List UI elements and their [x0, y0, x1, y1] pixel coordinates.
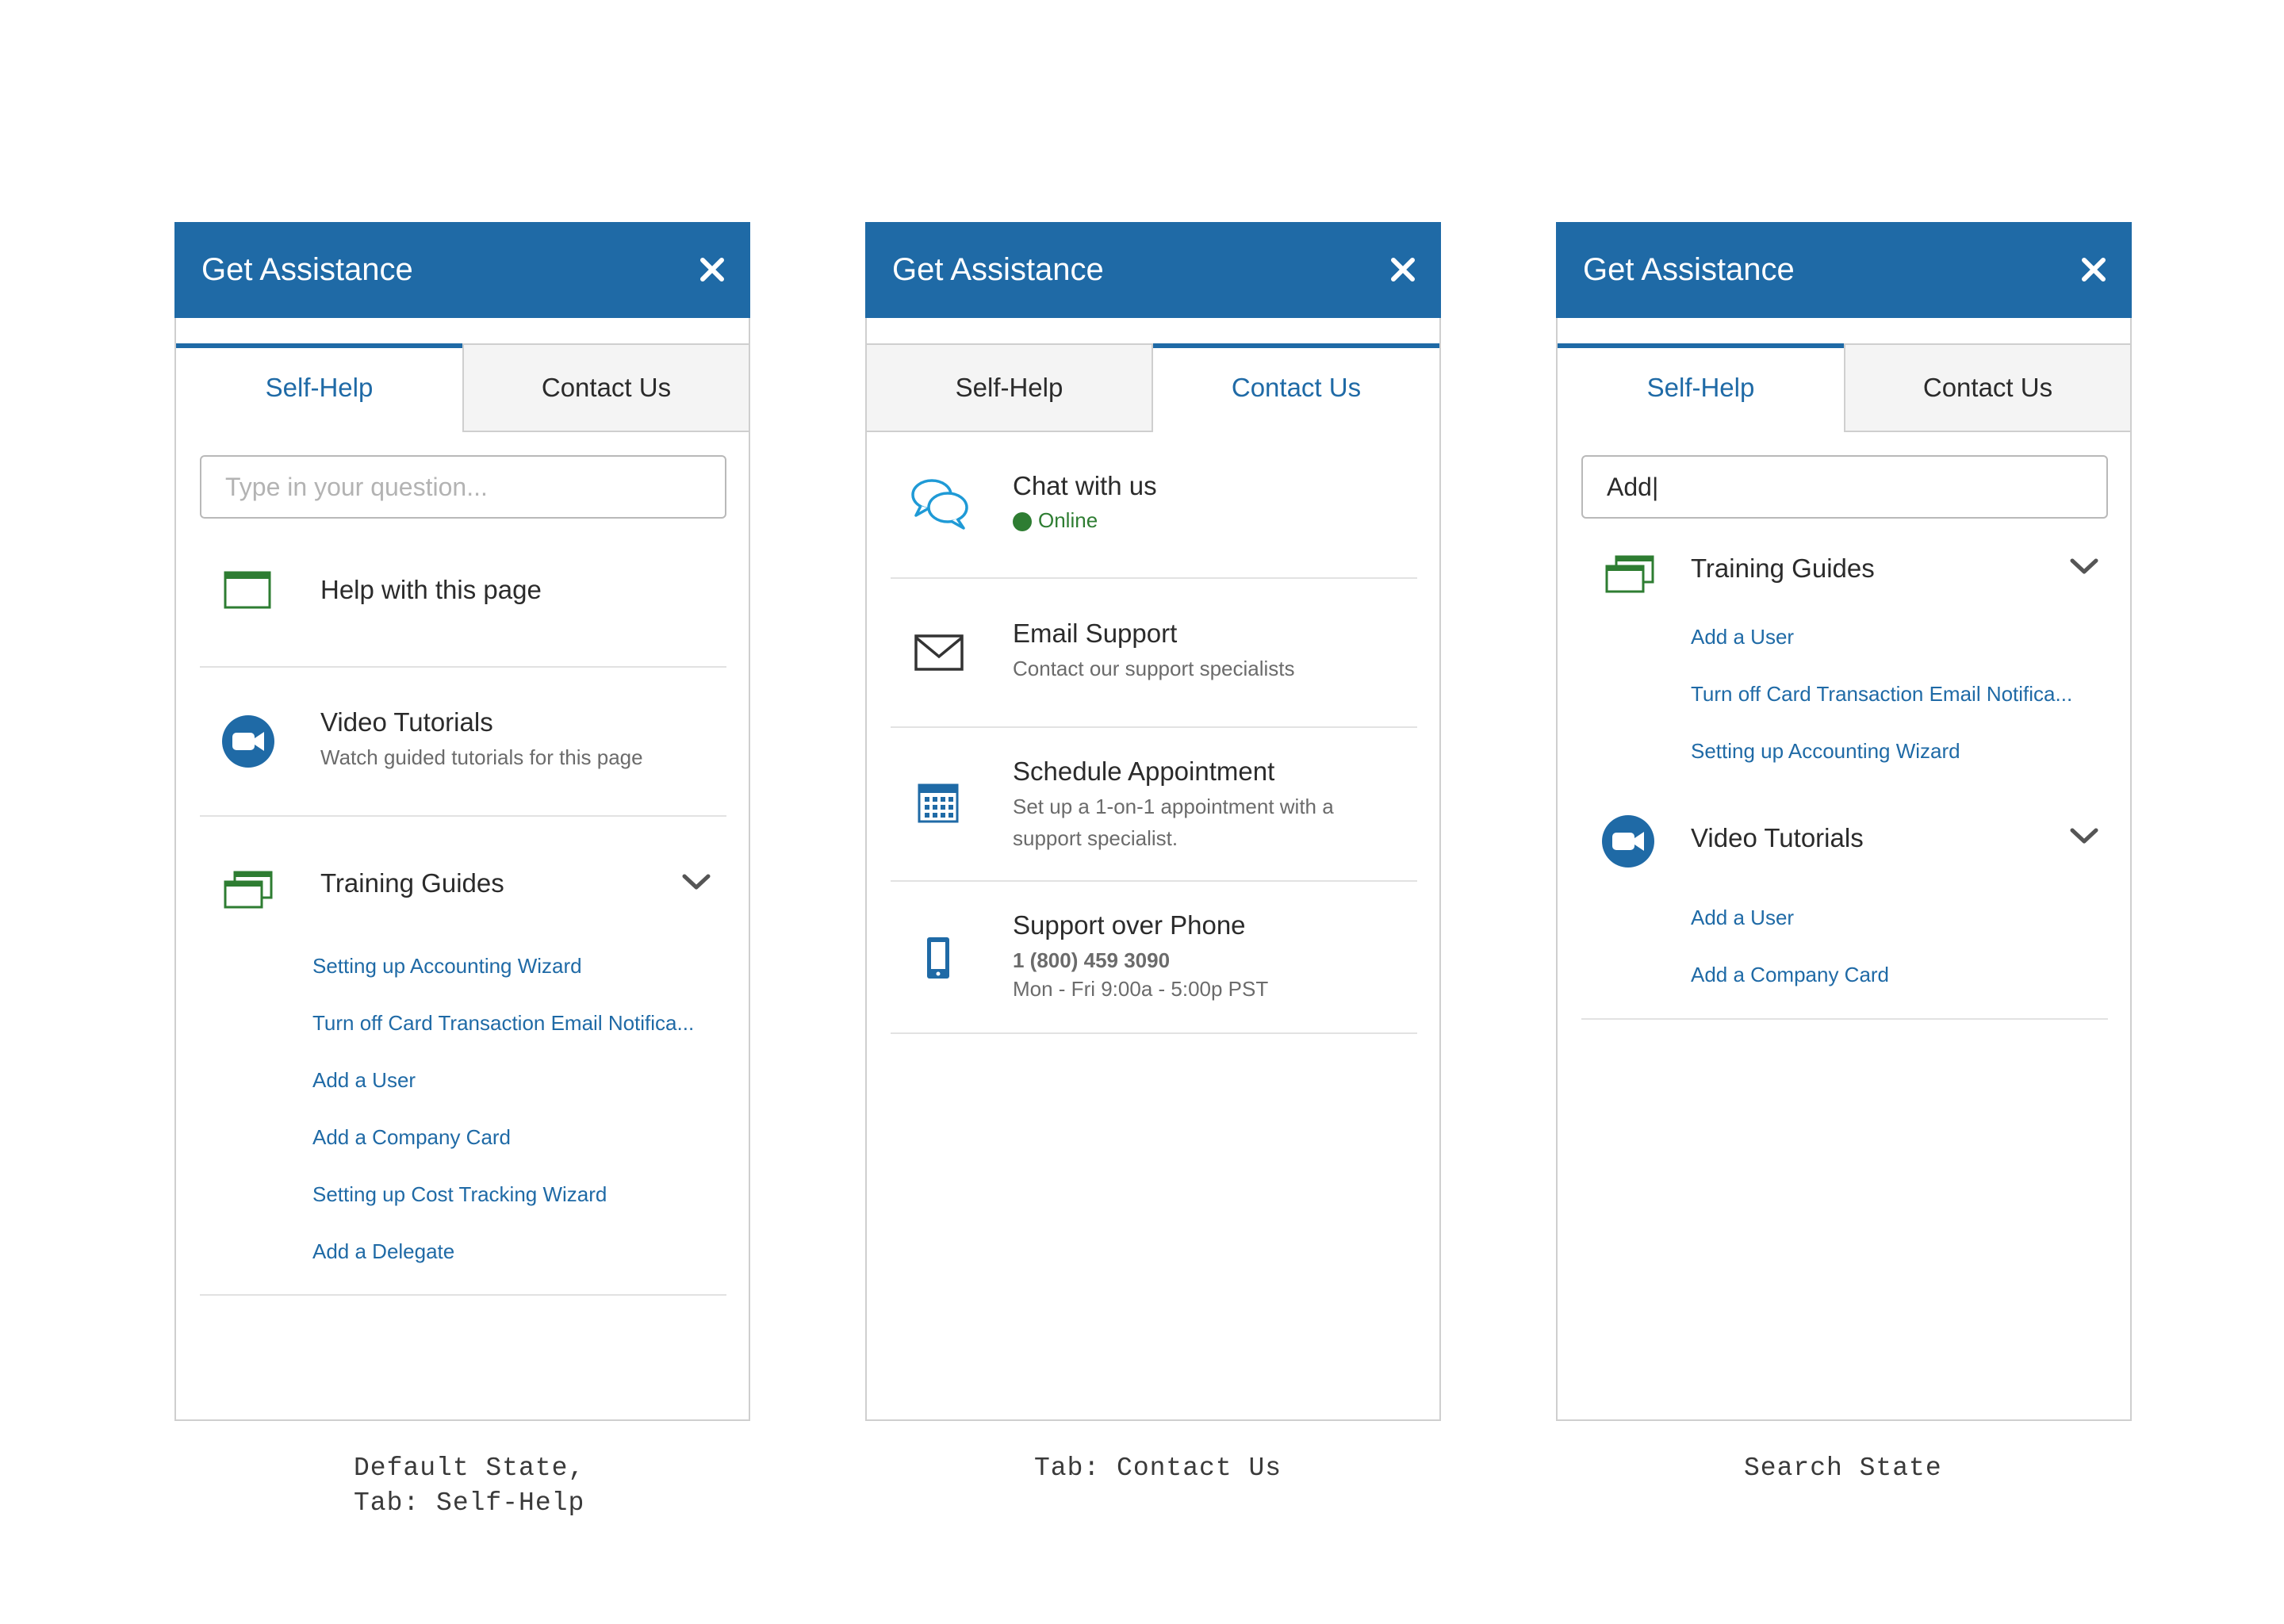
panel-header: Get Assistance	[865, 222, 1441, 318]
chevron-down-icon[interactable]	[682, 874, 711, 891]
panel-header: Get Assistance	[1556, 222, 2132, 318]
mobile-phone-icon	[927, 937, 949, 979]
video-camera-icon	[1602, 815, 1654, 868]
tab-bar: Self-Help Contact Us	[176, 343, 749, 432]
schedule-appointment-title[interactable]: Schedule Appointment	[1013, 756, 1274, 787]
divider	[891, 577, 1417, 579]
stacked-windows-icon	[1605, 555, 1654, 593]
training-guide-link[interactable]: Add a Company Card	[312, 1125, 511, 1150]
search-input[interactable]	[1581, 455, 2108, 519]
browser-window-icon	[224, 571, 271, 609]
envelope-icon	[914, 634, 964, 671]
divider	[891, 1032, 1417, 1034]
divider	[891, 726, 1417, 728]
chat-bubbles-icon	[911, 479, 968, 530]
tab-self-help[interactable]: Self-Help	[1558, 343, 1844, 432]
training-guide-link[interactable]: Turn off Card Transaction Email Notifica…	[1691, 682, 2072, 707]
caption-search-state: Search State	[1744, 1454, 1942, 1483]
tab-bar: Self-Help Contact Us	[867, 343, 1439, 432]
training-guide-link[interactable]: Add a User	[1691, 625, 1794, 649]
online-status-dot	[1013, 512, 1032, 531]
online-status: Online	[1038, 508, 1098, 532]
video-tutorials-title[interactable]: Video Tutorials	[1691, 823, 1864, 853]
search-input[interactable]	[200, 455, 726, 519]
schedule-appointment-subtitle: support specialist.	[1013, 826, 1178, 850]
caption-default-state: Default State, Tab: Self-Help	[354, 1454, 585, 1518]
video-tutorials-subtitle: Watch guided tutorials for this page	[320, 745, 643, 769]
tab-self-help[interactable]: Self-Help	[176, 343, 462, 432]
phone-hours: Mon - Fri 9:00a - 5:00p PST	[1013, 977, 1269, 1001]
chevron-down-icon[interactable]	[2070, 558, 2098, 576]
tab-contact-us[interactable]: Contact Us	[1844, 343, 2130, 432]
divider	[891, 880, 1417, 882]
email-support-subtitle: Contact our support specialists	[1013, 657, 1295, 680]
help-page-title[interactable]: Help with this page	[320, 575, 542, 605]
close-icon[interactable]	[698, 255, 726, 284]
training-guide-link[interactable]: Turn off Card Transaction Email Notifica…	[312, 1011, 694, 1036]
chevron-down-icon[interactable]	[2070, 828, 2098, 845]
panel-title: Get Assistance	[892, 252, 1104, 287]
caption-contact-state: Tab: Contact Us	[1034, 1454, 1282, 1483]
panel-title: Get Assistance	[1583, 252, 1795, 287]
video-tutorial-link[interactable]: Add a User	[1691, 906, 1794, 930]
training-guide-link[interactable]: Add a User	[312, 1068, 416, 1093]
divider	[1581, 1018, 2108, 1020]
video-tutorial-link[interactable]: Add a Company Card	[1691, 963, 1889, 987]
calendar-icon	[918, 783, 959, 823]
schedule-appointment-subtitle: Set up a 1-on-1 appointment with a	[1013, 795, 1334, 818]
divider	[200, 815, 726, 817]
stacked-windows-icon	[224, 871, 273, 909]
email-support-title[interactable]: Email Support	[1013, 619, 1177, 649]
close-icon[interactable]	[2079, 255, 2108, 284]
divider	[200, 1294, 726, 1296]
tab-self-help[interactable]: Self-Help	[867, 343, 1153, 432]
close-icon[interactable]	[1389, 255, 1417, 284]
video-tutorials-title[interactable]: Video Tutorials	[320, 707, 493, 737]
chat-title[interactable]: Chat with us	[1013, 471, 1157, 501]
assistance-panel-contact: Get Assistance Self-Help Contact Us Chat…	[865, 222, 1441, 1421]
phone-support-title[interactable]: Support over Phone	[1013, 910, 1246, 940]
training-guide-link[interactable]: Add a Delegate	[312, 1239, 454, 1264]
assistance-panel-default: Get Assistance Self-Help Contact Us Help…	[174, 222, 750, 1421]
video-camera-icon	[222, 715, 274, 768]
training-guide-link[interactable]: Setting up Cost Tracking Wizard	[312, 1182, 607, 1207]
phone-number[interactable]: 1 (800) 459 3090	[1013, 948, 1170, 973]
divider	[200, 666, 726, 668]
tab-contact-us[interactable]: Contact Us	[1153, 343, 1439, 432]
tab-bar: Self-Help Contact Us	[1558, 343, 2130, 432]
training-guide-link[interactable]: Setting up Accounting Wizard	[1691, 739, 1960, 764]
training-guides-title[interactable]: Training Guides	[1691, 553, 1875, 584]
training-guides-title[interactable]: Training Guides	[320, 868, 504, 898]
assistance-panel-search: Get Assistance Self-Help Contact Us Trai…	[1556, 222, 2132, 1421]
panel-header: Get Assistance	[174, 222, 750, 318]
training-guide-link[interactable]: Setting up Accounting Wizard	[312, 954, 582, 979]
panel-title: Get Assistance	[201, 252, 413, 287]
tab-contact-us[interactable]: Contact Us	[462, 343, 749, 432]
